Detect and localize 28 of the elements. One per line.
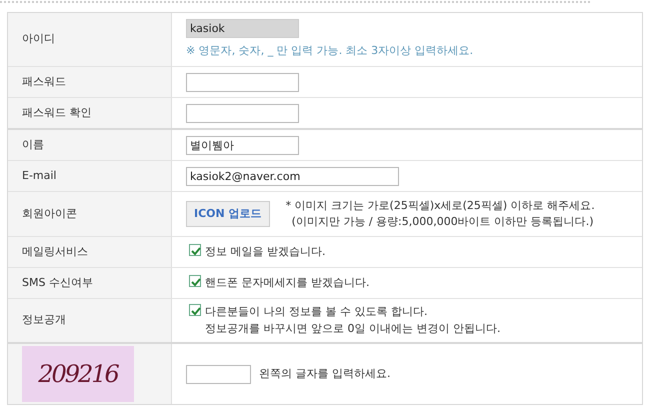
checkbox[interactable] (189, 304, 201, 316)
option-text: 정보공개를 바꾸시면 앞으로 0일 이내에는 변경이 안됩니다. (205, 320, 500, 336)
field-label: 정보공개 (22, 312, 66, 328)
option-text: 다른분들이 나의 정보를 볼 수 있도록 합니다. (205, 304, 428, 320)
field-label: SMS 수신여부 (22, 274, 93, 291)
input-field[interactable]: 별이뷈아 (186, 136, 299, 154)
field-label: 회원아이콘 (22, 206, 77, 222)
field-label: E-mail (22, 168, 56, 184)
field-label: 이름 (22, 136, 44, 153)
captcha-image: 209216 (22, 346, 134, 402)
input-field[interactable]: kasiok2@naver.com (186, 166, 399, 186)
note-text: (이미지만 가능 / 용량:5,000,000바이트 이하만 등록됩니다.) (290, 214, 595, 230)
field-label: 패스워드 (22, 74, 66, 90)
input-field[interactable] (186, 72, 299, 92)
input-field[interactable] (186, 104, 299, 122)
hint-text: ※ 영문자, 숫자, _ 만 입력 가능. 최소 3자이상 입력하세요. (186, 43, 474, 60)
option-text: 핸드폰 문자메세지를 받겠습니다. (205, 274, 370, 291)
option-text: 정보 메일을 받겠습니다. (205, 244, 326, 260)
field-label: 패스워드 확인 (22, 104, 92, 121)
input-field[interactable] (186, 364, 251, 384)
field-label: 메일링서비스 (22, 244, 88, 260)
field-label: 아이디 (22, 31, 55, 48)
checkbox[interactable] (189, 244, 201, 256)
prompt-text: 왼쪽의 글자를 입력하세요. (259, 366, 390, 382)
upload-button[interactable]: ICON 업로드 (186, 200, 270, 228)
checkbox[interactable] (189, 274, 201, 287)
note-text: * 이미지 크기는 가로(25픽셀)x세로(25픽셀) 이하로 해주세요. (286, 198, 595, 214)
input-field[interactable]: kasiok (186, 19, 299, 38)
